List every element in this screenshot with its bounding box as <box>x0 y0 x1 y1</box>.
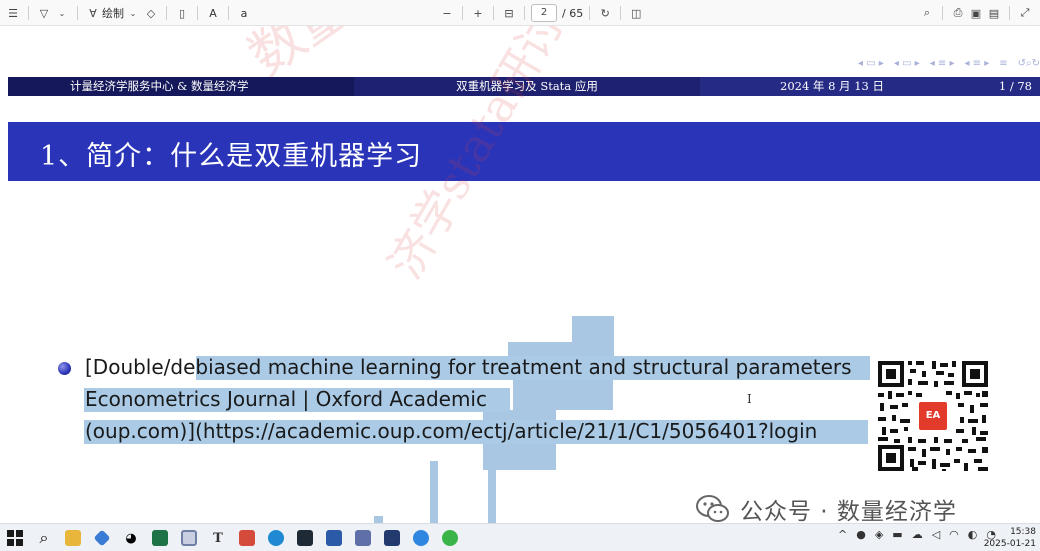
network-icon[interactable]: ▬ <box>892 528 902 541</box>
selection-block <box>430 461 438 523</box>
chevron-down-icon[interactable]: ⌄ <box>124 3 142 23</box>
microphone-icon[interactable]: ● <box>856 528 866 541</box>
start-icon[interactable] <box>2 526 28 550</box>
app-icon[interactable] <box>89 526 115 550</box>
selection-block <box>488 470 496 523</box>
toolbar-divider <box>28 6 29 20</box>
wechat-app-icon[interactable] <box>437 526 463 550</box>
bullet-text-line[interactable]: Econometrics Journal | Oxford Academic <box>85 386 487 412</box>
pdf-page: 数量经济 ◂ ▭ ▸ ◂ ▭ ▸ ◂ ≡ ▸ ◂ ≡ ▸ ≡ ↺⌕↻ 计量经济学… <box>8 26 1040 523</box>
zoom-in-icon[interactable]: + <box>469 3 487 23</box>
toolbar-divider <box>228 6 229 20</box>
qr-code: EA <box>876 359 990 473</box>
toolbar-divider <box>589 6 591 20</box>
page-total: / 65 <box>562 6 584 20</box>
terminal-icon[interactable] <box>292 526 318 550</box>
fit-page-icon[interactable]: ⊟ <box>500 3 518 23</box>
draw-button-label[interactable]: 绘制 <box>102 5 124 21</box>
file-explorer-icon[interactable] <box>60 526 86 550</box>
bullet-text-line[interactable]: (oup.com)](https://academic.oup.com/ectj… <box>85 418 867 444</box>
bullet-text-line[interactable]: [Double/debiased machine learning for tr… <box>85 354 852 380</box>
wechat-account-tag: 公众号 · 数量经济学 <box>696 492 957 523</box>
toolbar-divider <box>1009 6 1010 20</box>
screen: ☰ ▽ ⌄ ∀ 绘制 ⌄ ◇ ▯ A a − + ⊟ 2 / 65 ↻ ◫ ⌕ … <box>0 0 1040 551</box>
toolbar-divider <box>197 6 198 20</box>
excel-icon[interactable] <box>147 526 173 550</box>
wifi-icon[interactable]: ◠ <box>949 528 959 541</box>
clock-time: 15:38 <box>1010 527 1036 537</box>
show-hidden-icons-button[interactable]: ^ <box>838 528 847 541</box>
headline-page: 1 / 78 <box>998 79 1032 93</box>
wechat-icon <box>696 494 730 523</box>
pdf-toolbar: ☰ ▽ ⌄ ∀ 绘制 ⌄ ◇ ▯ A a − + ⊟ 2 / 65 ↻ ◫ ⌕ … <box>0 0 1040 26</box>
toolbar-divider <box>462 6 463 20</box>
toolbar-divider <box>942 6 943 20</box>
volume-icon[interactable]: ◁ <box>932 528 940 541</box>
bullet-icon <box>58 362 71 375</box>
text-size-button[interactable]: A <box>204 3 222 23</box>
calculator-icon[interactable] <box>350 526 376 550</box>
print-icon[interactable]: ⎙ <box>949 3 967 23</box>
cloud-icon[interactable]: ☁ <box>912 528 923 541</box>
rotate-icon[interactable]: ↻ <box>596 3 614 23</box>
browser-icon[interactable] <box>408 526 434 550</box>
toolbar-divider <box>77 6 78 20</box>
text-cursor-icon: I <box>747 392 752 406</box>
search-icon[interactable]: ⌕ <box>918 3 936 23</box>
page-number-input[interactable]: 2 <box>531 4 557 22</box>
edge-icon[interactable] <box>263 526 289 550</box>
toolbar-divider <box>620 6 622 20</box>
chevron-down-icon[interactable]: ⌄ <box>53 3 71 23</box>
app-grid-icon[interactable] <box>234 526 260 550</box>
toolbar-divider <box>493 6 494 20</box>
grid-app-icon[interactable] <box>176 526 202 550</box>
selection-block <box>572 316 614 342</box>
headline-date: 2024 年 8 月 13 日 <box>780 79 884 93</box>
selection-block <box>374 516 383 523</box>
word-icon[interactable] <box>321 526 347 550</box>
eraser-icon[interactable]: ◇ <box>142 3 160 23</box>
wechat-account-label: 公众号 · 数量经济学 <box>740 499 957 523</box>
nav-search-icon[interactable]: ↺⌕↻ <box>1018 58 1040 69</box>
highlight-icon[interactable]: ▽ <box>35 3 53 23</box>
panda-app-icon[interactable]: ◕ <box>118 526 144 550</box>
qr-logo: EA <box>917 400 949 432</box>
headline-right: 2024 年 8 月 13 日 1 / 78 <box>700 77 1040 96</box>
frame-title: 1、简介：什么是双重机器学习 <box>40 141 423 172</box>
ime-icon[interactable]: ◐ <box>968 528 978 541</box>
read-aloud-button[interactable]: a <box>235 3 253 23</box>
system-tray: ^ ● ◈ ▬ ☁ ◁ ◠ ◐ ◔ <box>838 528 996 541</box>
draw-icon[interactable]: ∀ <box>84 3 102 23</box>
two-page-icon[interactable]: ◫ <box>627 3 645 23</box>
nav-subsection-icon[interactable]: ◂ ≡ ▸ <box>930 58 955 69</box>
nav-section-icon[interactable]: ◂ ≡ ▸ <box>964 58 989 69</box>
beamer-navigation: ◂ ▭ ▸ ◂ ▭ ▸ ◂ ≡ ▸ ◂ ≡ ▸ ≡ ↺⌕↻ <box>858 58 1040 69</box>
clock-date: 2025-01-21 <box>983 539 1036 549</box>
headline-author: 计量经济学服务中心 & 数量经济学 <box>8 77 354 96</box>
clock[interactable]: 15:38 2025-01-21 <box>984 526 1036 550</box>
page-view-icon[interactable]: ▯ <box>173 3 191 23</box>
frame-title-bar: 1、简介：什么是双重机器学习 <box>8 122 1040 181</box>
tiles-app-icon[interactable] <box>379 526 405 550</box>
search-icon[interactable]: ⌕ <box>31 526 57 550</box>
nav-slide-icon[interactable]: ◂ ▭ ▸ <box>858 58 884 69</box>
table-of-contents-icon[interactable]: ☰ <box>4 3 22 23</box>
expand-icon[interactable]: ⤢ <box>1016 3 1034 23</box>
nav-frame-icon[interactable]: ◂ ▭ ▸ <box>894 58 920 69</box>
toolbar-divider <box>166 6 167 20</box>
zoom-out-icon[interactable]: − <box>438 3 456 23</box>
save-icon[interactable]: ▣ <box>967 3 985 23</box>
nav-toc-icon[interactable]: ≡ <box>999 58 1007 69</box>
save-as-icon[interactable]: ▤ <box>985 3 1003 23</box>
typora-icon[interactable]: T <box>205 526 231 550</box>
taskbar: ⌕ ◕ T ^ ● ◈ ▬ ☁ ◁ ◠ ◐ ◔ 15:38 2025-01-21 <box>0 523 1040 551</box>
toolbar-divider <box>524 6 525 20</box>
security-icon[interactable]: ◈ <box>875 528 883 541</box>
